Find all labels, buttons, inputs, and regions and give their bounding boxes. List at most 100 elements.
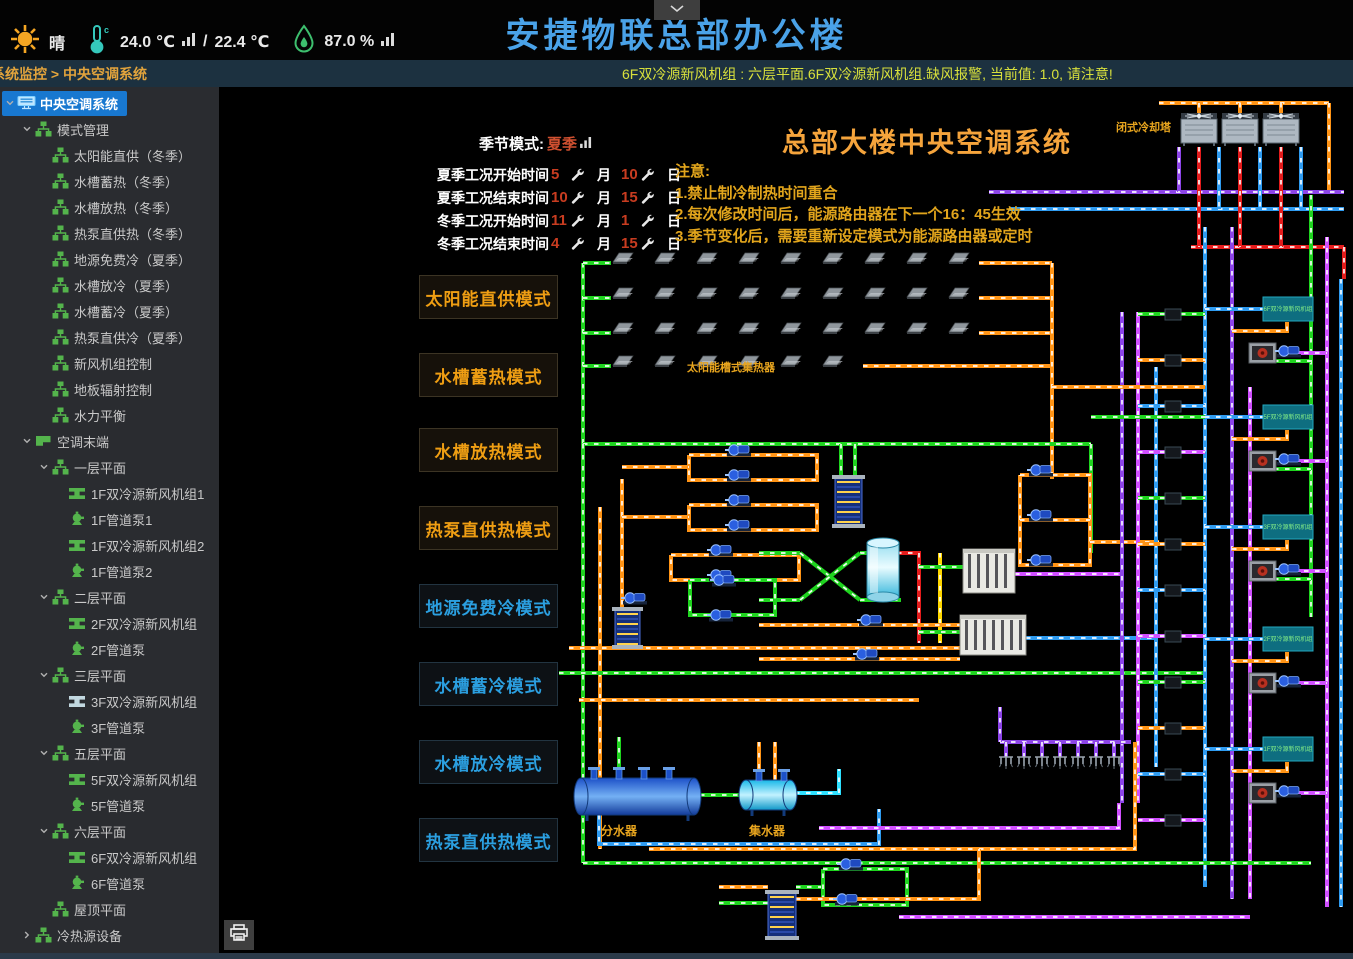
alarm-message[interactable]: 6F双冷源新风机组 : 六层平面.6F双冷源新风机组.缺风报警, 当前值: 1.… (622, 64, 1113, 84)
edit-wrench-icon[interactable] (641, 191, 661, 205)
tree-item[interactable]: 3F管道泵 (0, 714, 219, 740)
pump-icon[interactable] (707, 545, 733, 557)
tree-item[interactable]: 1F双冷源新风机组2 (0, 532, 219, 558)
tree-item[interactable]: 一层平面 (0, 454, 219, 480)
tree-item[interactable]: 1F双冷源新风机组1 (0, 480, 219, 506)
tree-item[interactable]: 1F管道泵2 (0, 558, 219, 584)
tree-item[interactable]: 3F双冷源新风机组 (0, 688, 219, 714)
collapse-tab[interactable] (654, 0, 700, 20)
tree-item[interactable]: 热泵直供冷（夏季） (0, 324, 219, 350)
chevron-down-icon[interactable] (38, 462, 50, 472)
chevron-down-icon[interactable] (38, 670, 50, 680)
pump-icon[interactable] (837, 859, 863, 871)
tree-item[interactable]: 水槽蓄冷（夏季） (0, 298, 219, 324)
plate-heat-exchanger-icon[interactable] (765, 890, 799, 940)
tree-item[interactable]: 空调末端 (0, 428, 219, 454)
tree-item[interactable]: 五层平面 (0, 740, 219, 766)
edit-wrench-icon[interactable] (641, 168, 661, 182)
mode-button[interactable]: 太阳能直供模式 (419, 275, 558, 319)
chevron-right-icon[interactable] (21, 930, 33, 940)
buffer-tank-icon[interactable] (867, 538, 899, 602)
tree-item[interactable]: 6F管道泵 (0, 870, 219, 896)
mode-button[interactable]: 水槽蓄热模式 (419, 353, 558, 397)
floor-ahu-box[interactable]: 5F双冷源新风机组 (1263, 405, 1313, 429)
tree-item[interactable]: 2F管道泵 (0, 636, 219, 662)
pump-icon[interactable] (1027, 510, 1053, 522)
tree-item[interactable]: 6F双冷源新风机组 (0, 844, 219, 870)
mode-button[interactable]: 水槽放热模式 (419, 428, 558, 472)
tree-item[interactable]: 模式管理 (0, 116, 219, 142)
pump-icon[interactable] (1275, 786, 1301, 798)
water-distributor-tank[interactable] (574, 767, 701, 821)
tree-item[interactable]: 新风机组控制 (0, 350, 219, 376)
pump-icon[interactable] (725, 495, 751, 507)
floor-ahu-box[interactable]: 2F双冷源新风机组 (1263, 627, 1313, 651)
pump-icon[interactable] (725, 445, 751, 457)
tree-item[interactable]: 水槽放热（冬季） (0, 194, 219, 220)
edit-wrench-icon[interactable] (571, 191, 591, 205)
fresh-air-unit-icon[interactable] (1249, 343, 1276, 363)
tree-item[interactable]: 三层平面 (0, 662, 219, 688)
tree-item[interactable]: 太阳能直供（冬季） (0, 142, 219, 168)
edit-wrench-icon[interactable] (641, 214, 661, 228)
tree-item[interactable]: 中央空调系统 (0, 90, 219, 116)
chevron-down-icon[interactable] (21, 124, 33, 134)
tree-item[interactable]: 5F管道泵 (0, 792, 219, 818)
pump-icon[interactable] (1275, 454, 1301, 466)
plate-heat-exchanger-icon[interactable] (832, 475, 865, 528)
mode-button[interactable]: 水槽放冷模式 (419, 740, 558, 784)
plate-heat-exchanger-icon[interactable] (612, 607, 643, 649)
pump-icon[interactable] (621, 593, 647, 605)
chevron-down-icon[interactable] (38, 592, 50, 602)
tree-item[interactable]: 水槽蓄热（冬季） (0, 168, 219, 194)
fresh-air-unit-icon[interactable] (1249, 561, 1276, 581)
water-collector-tank[interactable] (739, 769, 797, 816)
chevron-down-icon[interactable] (21, 436, 33, 446)
tree-item[interactable]: 屋顶平面 (0, 896, 219, 922)
pump-icon[interactable] (1275, 564, 1301, 576)
chevron-down-icon[interactable] (38, 826, 50, 836)
mode-button[interactable]: 水槽蓄冷模式 (419, 662, 558, 706)
mode-button[interactable]: 热泵直供热模式 (419, 818, 558, 862)
edit-wrench-icon[interactable] (571, 168, 591, 182)
pump-icon[interactable] (1275, 676, 1301, 688)
fresh-air-unit-icon[interactable] (1249, 783, 1276, 803)
tree-item[interactable]: 1F管道泵1 (0, 506, 219, 532)
cooling-tower-icon[interactable] (1181, 113, 1217, 146)
tree-item[interactable]: 2F双冷源新风机组 (0, 610, 219, 636)
pump-icon[interactable] (725, 470, 751, 482)
tree-item[interactable]: 六层平面 (0, 818, 219, 844)
edit-wrench-icon[interactable] (641, 237, 661, 251)
cooling-tower-icon[interactable] (1263, 113, 1299, 146)
pump-icon[interactable] (833, 894, 859, 906)
fresh-air-unit-icon[interactable] (1249, 451, 1276, 471)
tree-item[interactable]: 冷热源设备 (0, 922, 219, 948)
breadcrumb[interactable]: 系统监控 > 中央空调系统 (0, 64, 147, 84)
heat-pump-unit-icon[interactable] (963, 549, 1015, 593)
print-button[interactable] (224, 920, 254, 950)
tree-item[interactable]: 水槽放冷（夏季） (0, 272, 219, 298)
pump-icon[interactable] (707, 610, 733, 622)
floor-ahu-box[interactable]: 3F双冷源新风机组 (1263, 515, 1313, 539)
pump-icon[interactable] (853, 649, 879, 661)
tree-item[interactable]: 热泵直供热（冬季） (0, 220, 219, 246)
chevron-down-icon[interactable] (38, 748, 50, 758)
floor-ahu-box[interactable]: 1F双冷源新风机组 (1263, 737, 1313, 761)
mode-button[interactable]: 热泵直供热模式 (419, 506, 558, 550)
pump-icon[interactable] (1027, 555, 1053, 567)
mode-button[interactable]: 地源免费冷模式 (419, 584, 558, 628)
edit-wrench-icon[interactable] (571, 237, 591, 251)
pump-icon[interactable] (1275, 346, 1301, 358)
tree-item[interactable]: 水力平衡 (0, 402, 219, 428)
tree-item[interactable]: 5F双冷源新风机组 (0, 766, 219, 792)
pump-icon[interactable] (725, 520, 751, 532)
floor-ahu-box[interactable]: 6F双冷源新风机组 (1263, 297, 1313, 321)
cooling-tower-icon[interactable] (1222, 113, 1258, 146)
pump-icon[interactable] (1027, 465, 1053, 477)
chevron-down-icon[interactable] (4, 98, 16, 108)
heat-pump-unit-icon[interactable] (960, 615, 1026, 655)
tree-item[interactable]: 二层平面 (0, 584, 219, 610)
tree-item[interactable]: 地板辐射控制 (0, 376, 219, 402)
pump-icon[interactable] (857, 615, 883, 627)
edit-wrench-icon[interactable] (571, 214, 591, 228)
